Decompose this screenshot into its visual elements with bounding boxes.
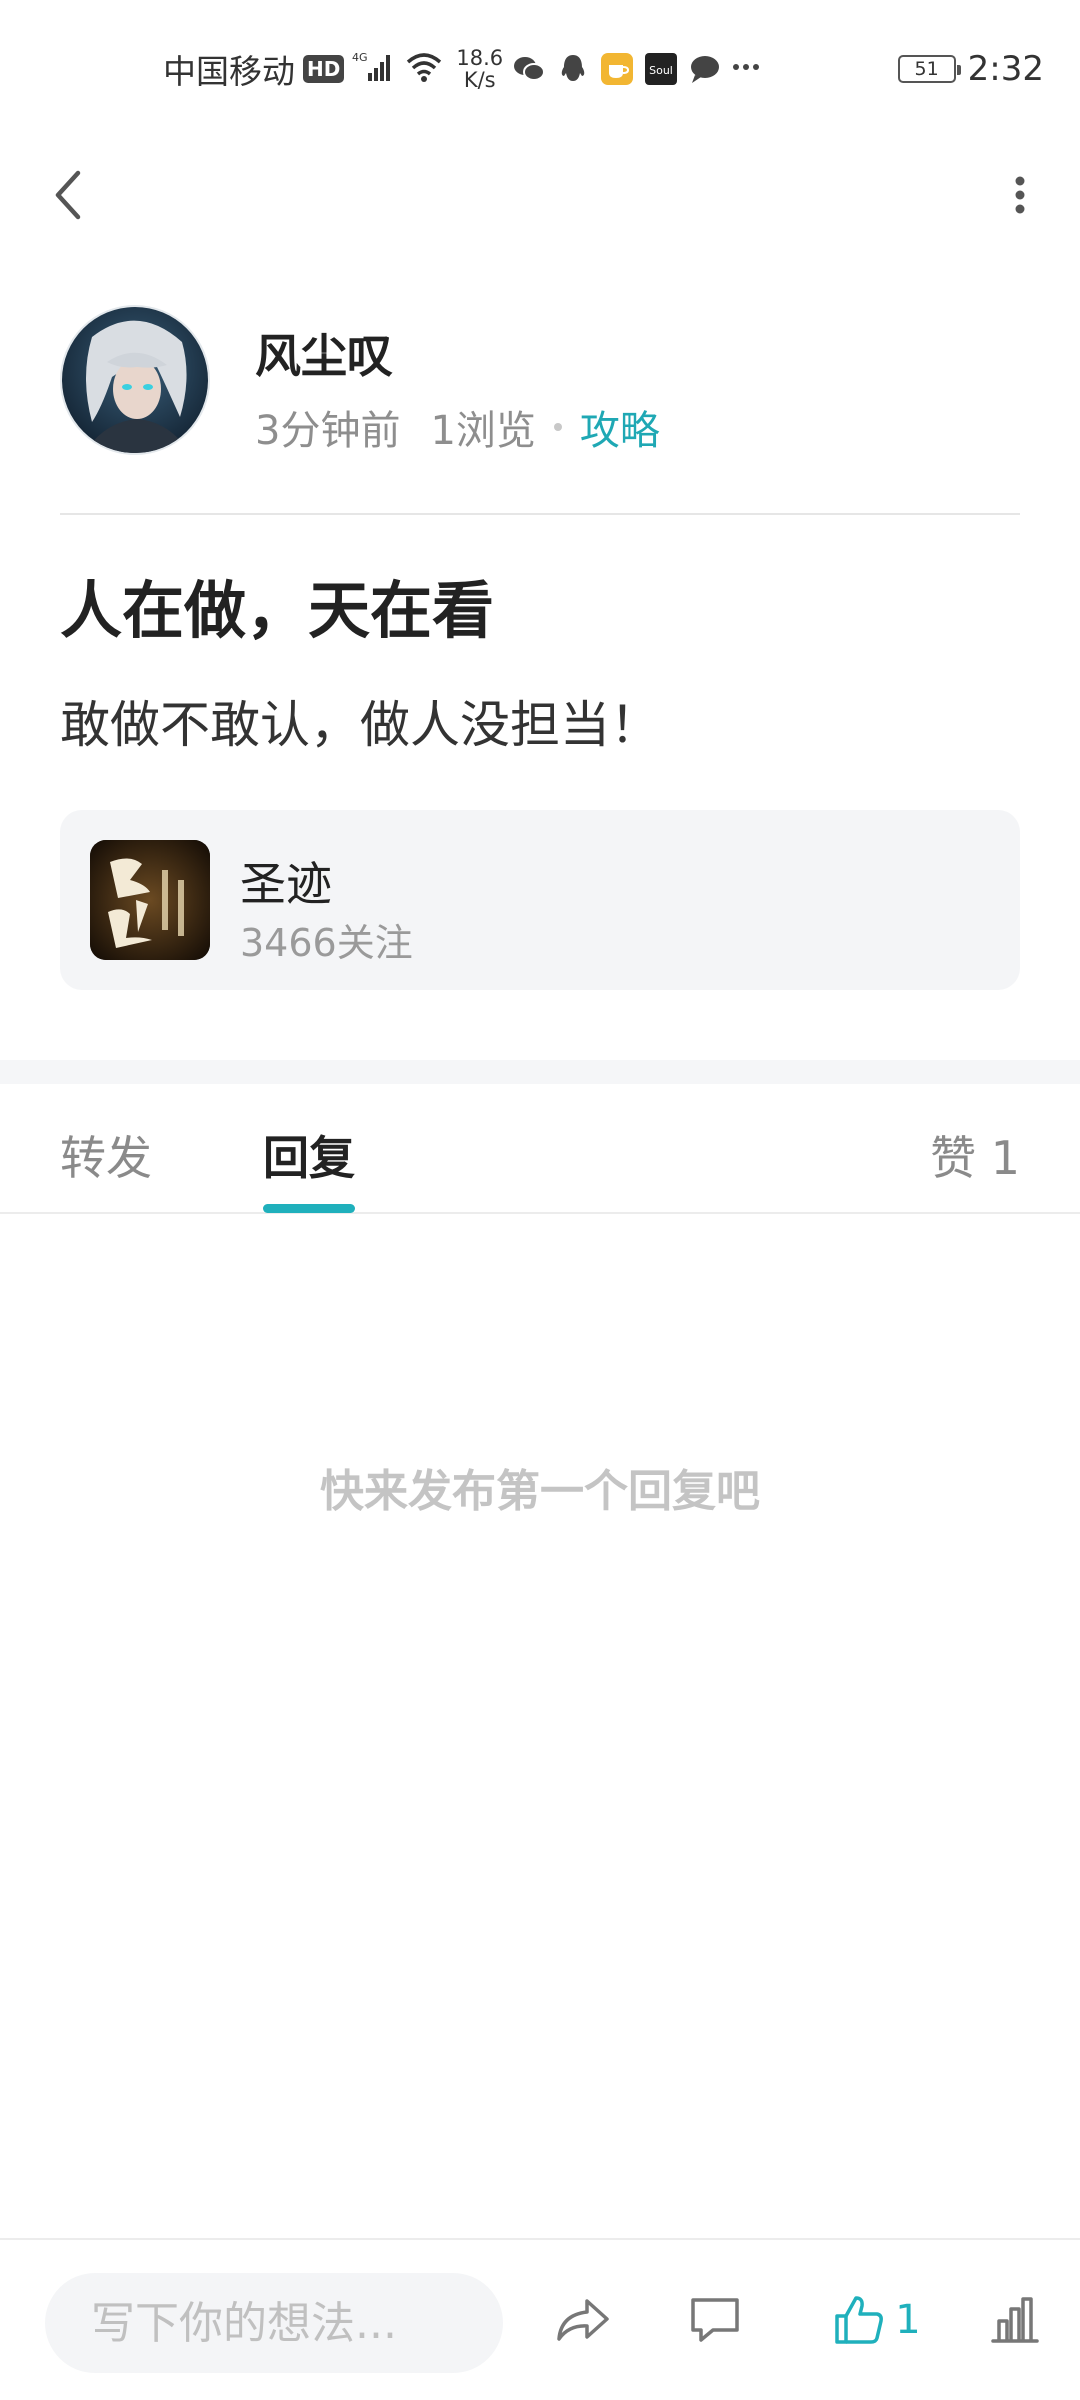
- like-button[interactable]: 1: [822, 2270, 932, 2370]
- post-body: 敢做不敢认，做人没担当！: [60, 696, 660, 754]
- chevron-left-icon: [55, 170, 81, 220]
- back-button[interactable]: [40, 160, 96, 230]
- divider: [60, 513, 1020, 515]
- net-speed: 18.6 K/s: [456, 47, 503, 91]
- status-left: 中国移动 HD 4G 18.6 K/s Soul: [163, 44, 761, 94]
- comment-button[interactable]: [680, 2270, 750, 2370]
- battery-icon: 51: [897, 55, 961, 83]
- empty-replies-hint: 快来发布第一个回复吧: [320, 1466, 760, 1517]
- tab-bar: 转发 回复 赞 1: [0, 1084, 1080, 1214]
- cup-app-icon: [599, 51, 635, 87]
- post-meta: 3分钟前 1浏览 攻略: [255, 398, 660, 456]
- stats-button[interactable]: [980, 2270, 1050, 2370]
- net-speed-unit: K/s: [463, 68, 496, 92]
- game-followers: 3466关注: [240, 921, 413, 965]
- bottom-action-bar: 1: [0, 2238, 1080, 2400]
- meta-separator: [553, 423, 562, 431]
- tab-reply[interactable]: 回复: [263, 1122, 355, 1188]
- status-right: 51 2:32: [897, 44, 1044, 94]
- wechat-icon: [511, 51, 547, 87]
- thumbs-up-icon: [835, 2296, 884, 2344]
- share-icon: [557, 2299, 609, 2341]
- share-button[interactable]: [548, 2270, 618, 2370]
- more-vertical-icon: [1015, 176, 1025, 214]
- tab-active-indicator: [263, 1204, 355, 1213]
- message-icon: [687, 51, 723, 87]
- more-dots-icon: [731, 49, 761, 89]
- post-time: 3分钟前: [255, 408, 401, 454]
- game-card[interactable]: 圣迹 3466关注: [60, 810, 1020, 990]
- clock: 2:32: [967, 49, 1044, 89]
- status-bar: 中国移动 HD 4G 18.6 K/s Soul 51 2:32: [0, 0, 1080, 130]
- tab-like[interactable]: 赞 1: [930, 1122, 1020, 1188]
- wifi-icon: [404, 50, 444, 88]
- game-icon: [90, 840, 210, 960]
- comment-input[interactable]: [45, 2273, 503, 2373]
- carrier-label: 中国移动: [163, 52, 295, 91]
- game-name: 圣迹: [240, 857, 332, 911]
- view-count: 1浏览: [430, 408, 536, 454]
- comment-icon: [691, 2298, 739, 2342]
- svg-text:4G: 4G: [352, 51, 368, 64]
- tab-forward[interactable]: 转发: [60, 1122, 152, 1188]
- author-name[interactable]: 风尘叹: [255, 320, 393, 386]
- net-speed-value: 18.6: [456, 46, 504, 70]
- post-title: 人在做，天在看: [60, 574, 495, 647]
- like-count: 1: [895, 2297, 921, 2343]
- hd-badge: HD: [303, 55, 345, 83]
- battery-level: 51: [914, 58, 939, 80]
- soul-app-icon: Soul: [643, 51, 679, 87]
- category-tag[interactable]: 攻略: [580, 398, 660, 456]
- author-avatar[interactable]: [60, 305, 210, 455]
- bar-chart-icon: [991, 2297, 1039, 2343]
- signal-icon: 4G: [352, 49, 396, 89]
- qq-icon: [555, 51, 591, 87]
- svg-text:Soul: Soul: [649, 64, 673, 77]
- more-options-button[interactable]: [990, 160, 1050, 230]
- section-gap: [0, 1060, 1080, 1084]
